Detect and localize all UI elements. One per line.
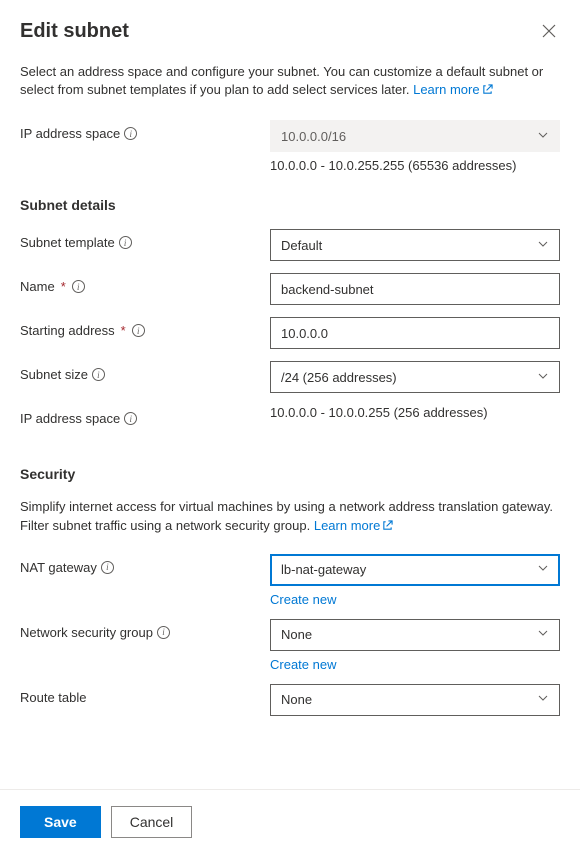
subnet-ip-range-label: IP address space (20, 411, 120, 426)
starting-address-value: 10.0.0.0 (281, 326, 328, 341)
intro-learn-more-link[interactable]: Learn more (413, 82, 492, 97)
ip-space-select: 10.0.0.0/16 (270, 120, 560, 152)
subnet-details-heading: Subnet details (20, 197, 560, 213)
close-button[interactable] (538, 20, 560, 45)
nat-gateway-label: NAT gateway (20, 560, 97, 575)
intro-learn-more-label: Learn more (413, 82, 479, 97)
nsg-create-new-link[interactable]: Create new (270, 657, 336, 672)
info-icon[interactable]: i (72, 280, 85, 293)
security-heading: Security (20, 466, 560, 482)
info-icon[interactable]: i (124, 127, 137, 140)
route-table-select[interactable]: None (270, 684, 560, 716)
subnet-template-label: Subnet template (20, 235, 115, 250)
chevron-down-icon (537, 692, 549, 707)
security-learn-more-label: Learn more (314, 518, 380, 533)
subnet-template-value: Default (281, 238, 322, 253)
nsg-select[interactable]: None (270, 619, 560, 651)
info-icon[interactable]: i (124, 412, 137, 425)
starting-address-input[interactable]: 10.0.0.0 (270, 317, 560, 349)
nsg-label: Network security group (20, 625, 153, 640)
page-title: Edit subnet (20, 20, 129, 43)
ip-space-range: 10.0.0.0 - 10.0.255.255 (65536 addresses… (270, 158, 560, 173)
nat-gateway-select[interactable]: lb-nat-gateway (270, 554, 560, 586)
nat-create-new-link[interactable]: Create new (270, 592, 336, 607)
subnet-ip-range-value: 10.0.0.0 - 10.0.0.255 (256 addresses) (270, 405, 560, 420)
info-icon[interactable]: i (119, 236, 132, 249)
security-learn-more-link[interactable]: Learn more (314, 518, 393, 533)
required-indicator: * (121, 323, 126, 338)
chevron-down-icon (537, 370, 549, 385)
intro-text: Select an address space and configure yo… (20, 63, 560, 100)
nsg-value: None (281, 627, 312, 642)
close-icon (542, 26, 556, 41)
subnet-template-select[interactable]: Default (270, 229, 560, 261)
subnet-size-label: Subnet size (20, 367, 88, 382)
chevron-down-icon (537, 627, 549, 642)
required-indicator: * (61, 279, 66, 294)
ip-space-value: 10.0.0.0/16 (281, 129, 346, 144)
name-label: Name (20, 279, 55, 294)
footer: Save Cancel (0, 789, 580, 853)
security-intro-text: Simplify internet access for virtual mac… (20, 499, 553, 532)
chevron-down-icon (537, 238, 549, 253)
info-icon[interactable]: i (92, 368, 105, 381)
save-button[interactable]: Save (20, 806, 101, 838)
info-icon[interactable]: i (157, 626, 170, 639)
subnet-size-select[interactable]: /24 (256 addresses) (270, 361, 560, 393)
cancel-button[interactable]: Cancel (111, 806, 193, 838)
security-intro: Simplify internet access for virtual mac… (20, 498, 560, 535)
external-link-icon (482, 82, 493, 100)
name-input[interactable]: backend-subnet (270, 273, 560, 305)
route-table-label: Route table (20, 690, 87, 705)
route-table-value: None (281, 692, 312, 707)
chevron-down-icon (537, 562, 549, 577)
ip-space-label: IP address space (20, 126, 120, 141)
external-link-icon (382, 518, 393, 536)
starting-address-label: Starting address (20, 323, 115, 338)
info-icon[interactable]: i (132, 324, 145, 337)
name-value: backend-subnet (281, 282, 374, 297)
chevron-down-icon (537, 129, 549, 144)
nat-gateway-value: lb-nat-gateway (281, 562, 366, 577)
info-icon[interactable]: i (101, 561, 114, 574)
subnet-size-value: /24 (256 addresses) (281, 370, 397, 385)
